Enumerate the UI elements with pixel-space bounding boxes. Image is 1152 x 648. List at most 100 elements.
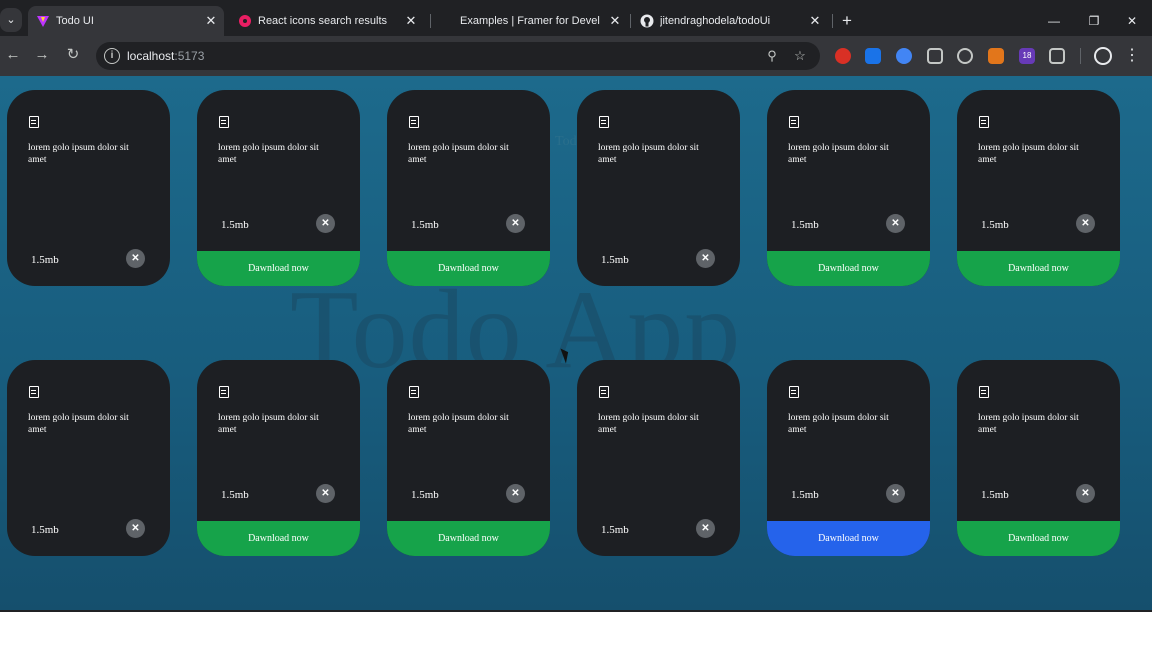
tab-title: Todo UI — [56, 15, 94, 27]
file-card: lorem golo ipsum dolor sit amet 1.5mb ✕ Daw… — [767, 360, 930, 556]
profile-avatar[interactable] — [1094, 47, 1112, 65]
close-window-button[interactable]: ✕ — [1120, 6, 1144, 36]
close-icon[interactable]: ✕ — [506, 484, 525, 503]
tab-title: Examples | Framer for Develop — [460, 15, 600, 27]
file-size: 1.5mb — [601, 254, 629, 266]
download-button[interactable]: Dawnload now — [767, 251, 930, 286]
url-host: localhost — [127, 49, 175, 63]
file-size: 1.5mb — [791, 489, 819, 501]
close-icon[interactable]: ✕ — [316, 214, 335, 233]
tab-strip: ⌄ Todo UI ✕ React icons search results ✕… — [0, 6, 1152, 36]
tab-react-icons[interactable]: React icons search results ✕ — [230, 6, 424, 36]
file-card: lorem golo ipsum dolor sit amet 1.5mb ✕ — [577, 90, 740, 286]
back-button[interactable]: ← — [3, 45, 23, 65]
file-card: lorem golo ipsum dolor sit amet 1.5mb ✕ Daw… — [387, 90, 550, 286]
reload-button[interactable]: ↻ — [63, 45, 83, 65]
bookmark-star-icon[interactable]: ☆ — [791, 47, 809, 65]
restore-button[interactable]: ❐ — [1082, 6, 1106, 36]
document-icon — [789, 116, 799, 128]
close-icon[interactable]: ✕ — [1076, 484, 1095, 503]
react-icons-icon — [239, 15, 251, 27]
tab-github-todoui[interactable]: jitendraghodela/todoUi ✕ — [632, 6, 828, 36]
file-card: lorem golo ipsum dolor sit amet 1.5mb ✕ — [577, 360, 740, 556]
file-card: lorem golo ipsum dolor sit amet 1.5mb ✕ Daw… — [387, 360, 550, 556]
document-icon — [599, 116, 609, 128]
extension-grid-icon[interactable] — [927, 48, 943, 64]
document-icon — [409, 386, 419, 398]
tab-todo-ui[interactable]: Todo UI ✕ — [28, 6, 224, 36]
download-button[interactable]: Dawnload now — [197, 521, 360, 556]
download-button[interactable]: Dawnload now — [957, 251, 1120, 286]
extension-blue-icon[interactable] — [896, 48, 912, 64]
document-icon — [979, 116, 989, 128]
close-icon[interactable]: ✕ — [886, 484, 905, 503]
card-description: lorem golo ipsum dolor sit amet — [598, 413, 699, 435]
close-icon[interactable]: ✕ — [506, 214, 525, 233]
document-icon — [789, 386, 799, 398]
card-description: lorem golo ipsum dolor sit amet — [408, 143, 509, 165]
file-card: lorem golo ipsum dolor sit amet 1.5mb ✕ Daw… — [957, 360, 1120, 556]
extensions-puzzle-icon[interactable] — [1049, 48, 1065, 64]
card-description: lorem golo ipsum dolor sit amet — [978, 143, 1079, 165]
address-url[interactable]: localhost:5173 — [127, 42, 204, 70]
close-icon[interactable]: ✕ — [316, 484, 335, 503]
new-tab-button[interactable]: + — [838, 6, 856, 36]
file-card: lorem golo ipsum dolor sit amet 1.5mb ✕ Daw… — [197, 90, 360, 286]
tab-framer-examples[interactable]: Examples | Framer for Develop ✕ — [432, 6, 628, 36]
file-size: 1.5mb — [791, 219, 819, 231]
download-button[interactable]: Dawnload now — [957, 521, 1120, 556]
extension-download-icon[interactable] — [865, 48, 881, 64]
browser-window: ⌄ Todo UI ✕ React icons search results ✕… — [0, 0, 1152, 612]
extension-globe-icon[interactable] — [957, 48, 973, 64]
browser-menu-icon[interactable]: ⋮ — [1124, 46, 1140, 66]
card-description: lorem golo ipsum dolor sit amet — [788, 413, 889, 435]
file-card: lorem golo ipsum dolor sit amet 1.5mb ✕ Daw… — [197, 360, 360, 556]
file-card: lorem golo ipsum dolor sit amet 1.5mb ✕ — [7, 360, 170, 556]
document-icon — [409, 116, 419, 128]
toolbar-divider — [1080, 48, 1081, 64]
file-size: 1.5mb — [981, 489, 1009, 501]
download-button[interactable]: Dawnload now — [197, 251, 360, 286]
site-info-icon[interactable]: i — [104, 48, 120, 64]
download-button[interactable]: Dawnload now — [387, 521, 550, 556]
card-description: lorem golo ipsum dolor sit amet — [28, 413, 129, 435]
file-size: 1.5mb — [411, 219, 439, 231]
download-button[interactable]: Dawnload now — [767, 521, 930, 556]
close-icon[interactable]: ✕ — [1076, 214, 1095, 233]
vite-icon — [37, 16, 49, 27]
tab-close-icon[interactable]: ✕ — [204, 6, 218, 36]
extension-badge-icon[interactable]: 18 — [1019, 48, 1035, 64]
document-icon — [979, 386, 989, 398]
page-viewport: Todo Todo App lorem golo ipsum dolor sit… — [0, 76, 1152, 610]
close-icon[interactable]: ✕ — [126, 519, 145, 538]
download-button[interactable]: Dawnload now — [387, 251, 550, 286]
extension-red-icon[interactable] — [835, 48, 851, 64]
tab-search-button[interactable]: ⌄ — [0, 8, 22, 32]
document-icon — [219, 386, 229, 398]
close-icon[interactable]: ✕ — [696, 249, 715, 268]
tab-close-icon[interactable]: ✕ — [404, 6, 418, 36]
tab-divider — [430, 14, 431, 28]
address-bar[interactable]: i localhost:5173 ⚲ ☆ — [96, 42, 820, 70]
metamask-icon[interactable] — [988, 48, 1004, 64]
tab-title: React icons search results — [258, 15, 387, 27]
tab-close-icon[interactable]: ✕ — [808, 6, 822, 36]
file-size: 1.5mb — [221, 489, 249, 501]
card-description: lorem golo ipsum dolor sit amet — [978, 413, 1079, 435]
document-icon — [599, 386, 609, 398]
forward-button[interactable]: → — [32, 45, 52, 65]
card-description: lorem golo ipsum dolor sit amet — [218, 413, 319, 435]
tab-divider — [832, 14, 833, 28]
file-card: lorem golo ipsum dolor sit amet 1.5mb ✕ — [7, 90, 170, 286]
file-card: lorem golo ipsum dolor sit amet 1.5mb ✕ Daw… — [957, 90, 1120, 286]
file-size: 1.5mb — [31, 254, 59, 266]
close-icon[interactable]: ✕ — [696, 519, 715, 538]
minimize-button[interactable]: — — [1042, 6, 1066, 36]
document-icon — [219, 116, 229, 128]
file-size: 1.5mb — [981, 219, 1009, 231]
tab-divider — [630, 14, 631, 28]
zoom-icon[interactable]: ⚲ — [763, 47, 781, 65]
close-icon[interactable]: ✕ — [126, 249, 145, 268]
tab-close-icon[interactable]: ✕ — [608, 6, 622, 36]
close-icon[interactable]: ✕ — [886, 214, 905, 233]
